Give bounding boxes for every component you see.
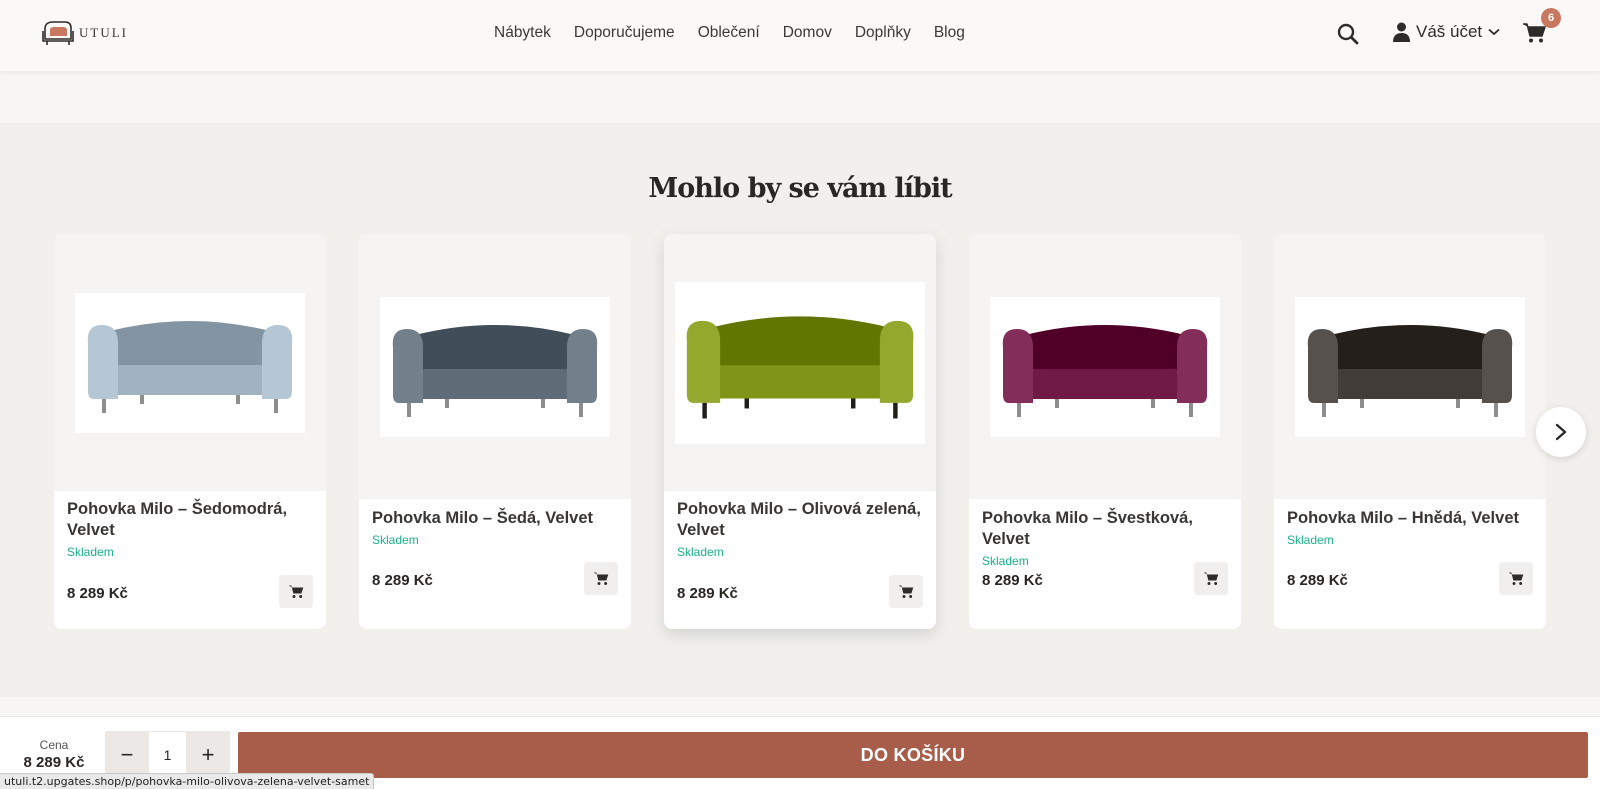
search-button[interactable]	[1336, 22, 1360, 46]
stock-status: Skladem	[1287, 533, 1334, 547]
armchair-logo-icon	[42, 21, 74, 45]
quantity-decrease-button[interactable]: −	[105, 731, 149, 779]
add-to-cart-button[interactable]	[1194, 562, 1228, 595]
cart-count-badge: 6	[1541, 8, 1561, 28]
product-image[interactable]	[380, 296, 610, 437]
product-price: 8 289 Kč	[982, 572, 1043, 589]
quantity-increase-button[interactable]: +	[186, 731, 230, 779]
product-image[interactable]	[675, 281, 925, 444]
cart-icon	[1203, 572, 1219, 585]
quantity-input[interactable]	[149, 731, 186, 779]
page-band	[0, 697, 1600, 716]
product-card[interactable]: Pohovka Milo – Olivová zelená, Velvet Sk…	[664, 234, 936, 629]
nav-item-domov[interactable]: Domov	[783, 24, 832, 42]
product-name[interactable]: Pohovka Milo – Olivová zelená, Velvet	[677, 499, 923, 541]
logo-text: UTULI	[79, 25, 128, 40]
search-icon	[1337, 23, 1359, 45]
nav-item-nabytek[interactable]: Nábytek	[494, 24, 551, 42]
stock-status: Skladem	[677, 545, 724, 559]
product-image[interactable]	[1295, 296, 1525, 437]
nav-item-obleceni[interactable]: Oblečení	[698, 24, 760, 42]
status-bar-url: utuli.t2.upgates.shop/p/pohovka-milo-oli…	[0, 773, 375, 789]
price-value: 8 289 Kč	[23, 754, 85, 771]
product-image-area	[969, 234, 1241, 499]
chevron-down-icon	[1488, 28, 1500, 36]
product-name[interactable]: Pohovka Milo – Šedá, Velvet	[372, 508, 618, 529]
add-to-cart-button[interactable]	[889, 575, 923, 608]
nav-item-doplnky[interactable]: Doplňky	[855, 24, 911, 42]
user-icon	[1393, 22, 1410, 42]
product-image-area	[359, 234, 631, 499]
cart-icon	[288, 585, 304, 598]
page-band	[0, 71, 1600, 123]
sofa-image	[1002, 324, 1208, 417]
account-label: Váš účet	[1416, 22, 1483, 41]
cart-icon	[1508, 572, 1524, 585]
product-name[interactable]: Pohovka Milo – Šedomodrá, Velvet	[67, 499, 313, 541]
product-info: Pohovka Milo – Šedá, Velvet Skladem	[372, 508, 618, 547]
product-price: 8 289 Kč	[677, 585, 738, 602]
product-image-area	[664, 234, 936, 491]
product-image-area	[1274, 234, 1546, 499]
price-label: Cena	[39, 738, 69, 752]
product-price: 8 289 Kč	[1287, 572, 1348, 589]
product-image[interactable]	[75, 292, 305, 433]
section-title: Mohlo by se vám líbit	[648, 173, 952, 204]
cart-icon	[593, 572, 609, 585]
product-price: 8 289 Kč	[372, 572, 433, 589]
product-info: Pohovka Milo – Švestková, Velvet Skladem	[982, 508, 1228, 568]
chevron-right-icon	[1555, 423, 1567, 441]
recommended-section: Mohlo by se vám líbit Pohovka Milo – Šed…	[0, 123, 1600, 697]
stock-status: Skladem	[372, 533, 419, 547]
account-menu[interactable]: Váš účet	[1393, 22, 1500, 42]
add-to-cart-main-button[interactable]: DO KOŠÍKU	[238, 732, 1588, 778]
add-to-cart-button[interactable]	[584, 562, 618, 595]
add-to-cart-button[interactable]	[279, 575, 313, 608]
carousel-next-button[interactable]	[1536, 407, 1586, 457]
product-info: Pohovka Milo – Šedomodrá, Velvet Skladem	[67, 499, 313, 559]
sofa-image	[1307, 324, 1513, 417]
sofa-image	[686, 315, 914, 418]
nav-item-blog[interactable]: Blog	[934, 24, 965, 42]
sofa-image	[392, 324, 598, 417]
product-card[interactable]: Pohovka Milo – Šedá, Velvet Skladem 8 28…	[359, 234, 631, 629]
logo[interactable]: UTULI	[41, 19, 128, 47]
add-to-cart-button[interactable]	[1499, 562, 1533, 595]
cart-icon	[1523, 23, 1546, 43]
product-image-area	[54, 234, 326, 491]
stock-status: Skladem	[67, 545, 114, 559]
site-header: UTULI Nábytek Doporučujeme Oblečení Domo…	[0, 0, 1600, 71]
nav-item-doporucujeme[interactable]: Doporučujeme	[574, 24, 675, 42]
product-card[interactable]: Pohovka Milo – Hnědá, Velvet Skladem 8 2…	[1274, 234, 1546, 629]
cart-icon	[898, 585, 914, 598]
product-image[interactable]	[990, 296, 1220, 437]
sofa-image	[87, 320, 293, 413]
stock-status: Skladem	[982, 554, 1029, 568]
product-info: Pohovka Milo – Olivová zelená, Velvet Sk…	[677, 499, 923, 559]
main-nav: Nábytek Doporučujeme Oblečení Domov Dopl…	[494, 24, 965, 42]
product-info: Pohovka Milo – Hnědá, Velvet Skladem	[1287, 508, 1533, 547]
product-name[interactable]: Pohovka Milo – Hnědá, Velvet	[1287, 508, 1533, 529]
product-card[interactable]: Pohovka Milo – Šedomodrá, Velvet Skladem…	[54, 234, 326, 629]
product-name[interactable]: Pohovka Milo – Švestková, Velvet	[982, 508, 1228, 550]
product-price: 8 289 Kč	[67, 585, 128, 602]
product-card[interactable]: Pohovka Milo – Švestková, Velvet Skladem…	[969, 234, 1241, 629]
